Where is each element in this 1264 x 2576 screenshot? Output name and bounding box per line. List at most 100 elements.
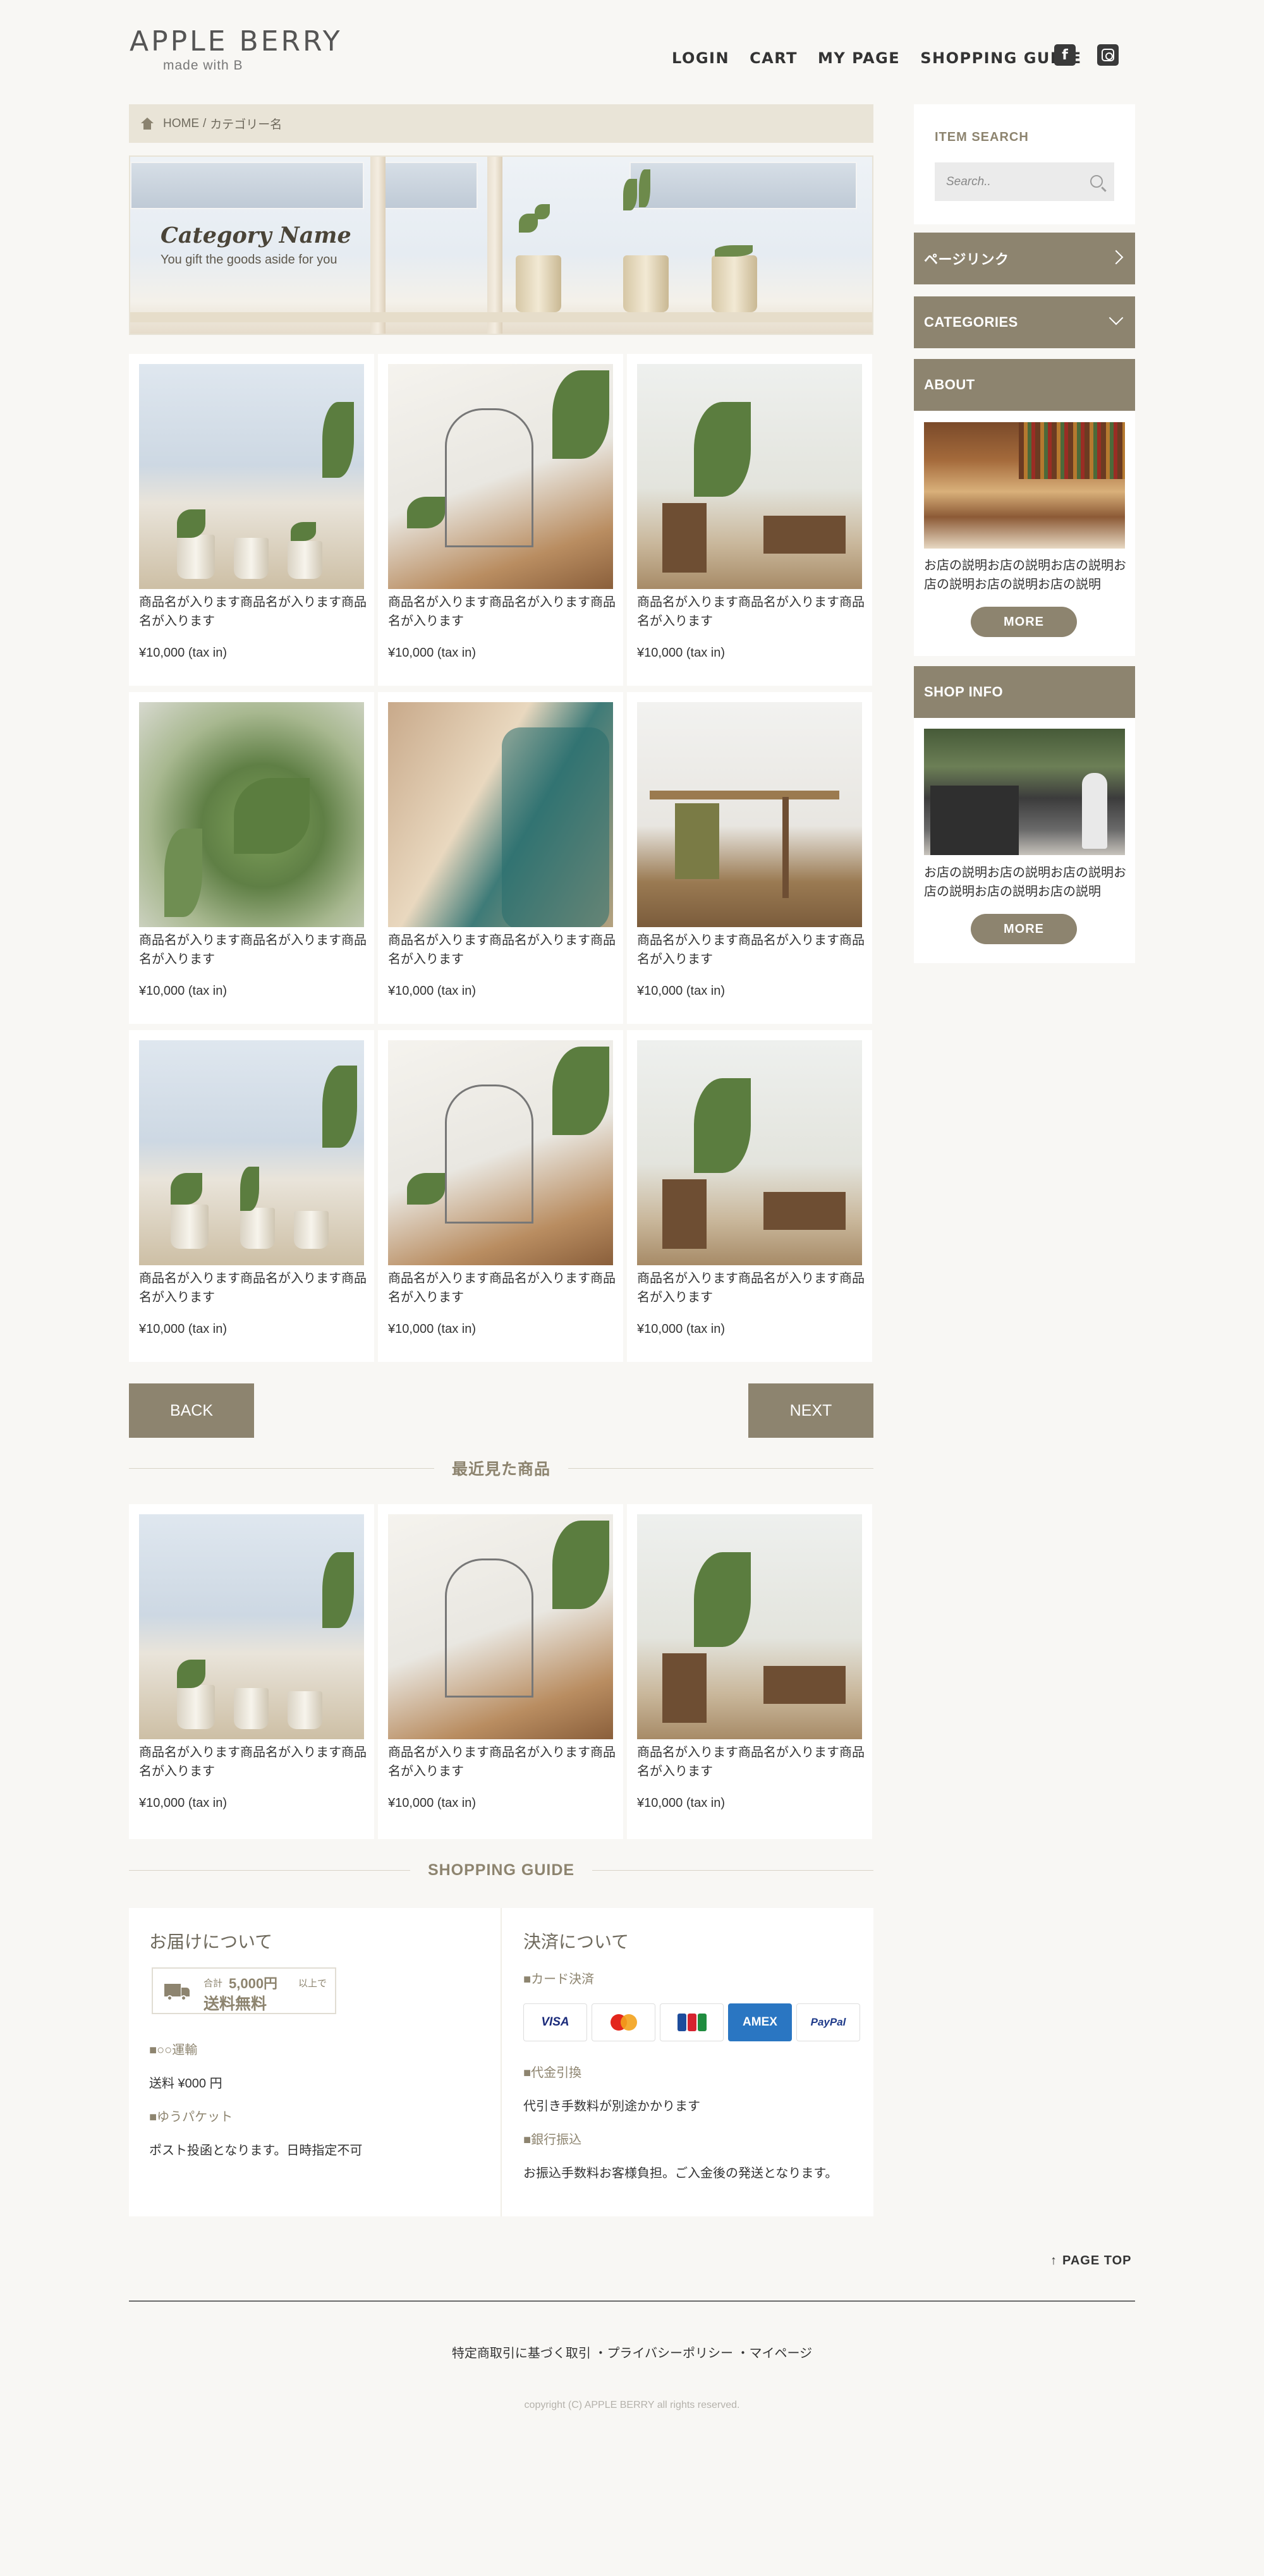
recent-item[interactable]: 商品名が入ります商品名が入ります商品名が入ります ¥10,000 (tax in… — [129, 1504, 374, 1839]
recent-heading: 最近見た商品 — [129, 1455, 874, 1481]
footer-links[interactable]: 特定商取引に基づく取引 ・プライバシーポリシー ・マイページ — [0, 2343, 1264, 2361]
site-tagline: made with B — [163, 58, 243, 73]
packet-text: ポスト投函となります。日時指定不可 — [149, 2144, 363, 2158]
carrier-label: ■○○運輸 — [149, 2043, 198, 2057]
product-image[interactable] — [139, 1040, 364, 1265]
product-price: ¥10,000 (tax in) — [637, 1796, 725, 1810]
product-price: ¥10,000 (tax in) — [388, 1322, 476, 1336]
recent-title: 最近見た商品 — [452, 1461, 551, 1478]
next-button[interactable]: NEXT — [748, 1383, 873, 1438]
product-price: ¥10,000 (tax in) — [637, 646, 725, 660]
search-placeholder: Search.. — [946, 174, 991, 188]
product-image[interactable] — [139, 1514, 364, 1739]
product-image[interactable] — [388, 1514, 613, 1739]
product-name[interactable]: 商品名が入ります商品名が入ります商品名が入ります — [637, 931, 865, 969]
mastercard-icon — [592, 2003, 655, 2041]
shop-info-more-button[interactable]: MORE — [971, 914, 1077, 944]
product-card[interactable]: 商品名が入ります商品名が入ります商品名が入ります ¥10,000 (tax in… — [129, 1030, 374, 1362]
banner-title: Category Name — [161, 222, 351, 248]
product-image[interactable] — [139, 364, 364, 589]
about-text: お店の説明お店の説明お店の説明お店の説明お店の説明お店の説明 — [924, 559, 1126, 592]
product-name[interactable]: 商品名が入ります商品名が入ります商品名が入ります — [139, 1743, 367, 1781]
product-card[interactable]: 商品名が入ります商品名が入ります商品名が入ります ¥10,000 (tax in… — [378, 1030, 623, 1362]
product-price: ¥10,000 (tax in) — [139, 1796, 227, 1810]
instagram-icon[interactable] — [1097, 44, 1119, 66]
about-image — [924, 422, 1125, 549]
page-link-menu[interactable]: ページリンク — [914, 233, 1135, 284]
shop-info-header: SHOP INFO — [914, 666, 1135, 718]
product-image[interactable] — [637, 1514, 862, 1739]
product-name[interactable]: 商品名が入ります商品名が入ります商品名が入ります — [139, 593, 367, 631]
about-more-button[interactable]: MORE — [971, 607, 1077, 637]
search-input[interactable]: Search.. — [935, 162, 1114, 201]
product-card[interactable]: 商品名が入ります商品名が入ります商品名が入ります ¥10,000 (tax in… — [627, 692, 872, 1024]
product-image[interactable] — [637, 702, 862, 927]
product-price: ¥10,000 (tax in) — [388, 984, 476, 998]
product-name[interactable]: 商品名が入ります商品名が入ります商品名が入ります — [388, 931, 616, 969]
packet-label: ■ゆうパケット — [149, 2110, 233, 2124]
jcb-icon — [660, 2003, 724, 2041]
breadcrumb-separator: / — [203, 116, 207, 130]
product-name[interactable]: 商品名が入ります商品名が入ります商品名が入ります — [637, 1743, 865, 1781]
recent-item[interactable]: 商品名が入ります商品名が入ります商品名が入ります ¥10,000 (tax in… — [378, 1504, 623, 1839]
chevron-down-icon — [1109, 310, 1124, 325]
about-header: ABOUT — [914, 359, 1135, 411]
site-logo[interactable]: APPLE BERRY — [130, 25, 343, 58]
card-payment-label: ■カード決済 — [523, 1972, 595, 1986]
facebook-icon[interactable]: f — [1054, 44, 1076, 66]
product-name[interactable]: 商品名が入ります商品名が入ります商品名が入ります — [637, 1269, 865, 1307]
badge-suffix: 以上で — [298, 1978, 327, 1989]
home-icon — [140, 117, 154, 130]
back-button[interactable]: BACK — [129, 1383, 254, 1438]
product-image[interactable] — [388, 1040, 613, 1265]
nav-login[interactable]: LOGIN — [672, 49, 729, 67]
product-image[interactable] — [388, 364, 613, 589]
product-name[interactable]: 商品名が入ります商品名が入ります商品名が入ります — [388, 593, 616, 631]
delivery-title: お届けについて — [149, 1932, 273, 1952]
page-top-link[interactable]: ↑ PAGE TOP — [1050, 2254, 1132, 2268]
nav-cart[interactable]: CART — [750, 49, 798, 67]
product-price: ¥10,000 (tax in) — [388, 646, 476, 660]
shop-image — [924, 729, 1125, 855]
page-top-label: PAGE TOP — [1062, 2254, 1132, 2268]
paypal-icon: PayPal — [796, 2003, 860, 2041]
chevron-right-icon — [1109, 250, 1124, 265]
breadcrumb-current: カテゴリー名 — [210, 118, 283, 131]
shopping-guide-panel: お届けについて 合計 5,000円 以上で 送料無料 ■○○運輸 送料 ¥000… — [129, 1908, 873, 2216]
product-card[interactable]: 商品名が入ります商品名が入ります商品名が入ります ¥10,000 (tax in… — [378, 354, 623, 686]
product-image[interactable] — [388, 702, 613, 927]
product-card[interactable]: 商品名が入ります商品名が入ります商品名が入ります ¥10,000 (tax in… — [129, 354, 374, 686]
badge-main: 送料無料 — [204, 1995, 267, 2013]
amex-icon: AMEX — [728, 2003, 792, 2041]
shopping-guide-heading: SHOPPING GUIDE — [129, 1857, 873, 1883]
cod-text: 代引き手数料が別途かかります — [523, 2099, 700, 2113]
product-name[interactable]: 商品名が入ります商品名が入ります商品名が入ります — [139, 931, 367, 969]
product-price: ¥10,000 (tax in) — [637, 984, 725, 998]
copyright: copyright (C) APPLE BERRY all rights res… — [524, 2400, 740, 2410]
breadcrumb: HOME / カテゴリー名 — [129, 104, 873, 143]
arrow-up-icon: ↑ — [1050, 2254, 1057, 2268]
categories-menu[interactable]: CATEGORIES — [914, 296, 1135, 348]
product-name[interactable]: 商品名が入ります商品名が入ります商品名が入ります — [388, 1743, 616, 1781]
banner-subtitle: You gift the goods aside for you — [161, 253, 337, 267]
item-search-title: ITEM SEARCH — [935, 130, 1029, 144]
shop-info-title: SHOP INFO — [924, 684, 1004, 700]
nav-my-page[interactable]: MY PAGE — [818, 49, 900, 67]
product-card[interactable]: 商品名が入ります商品名が入ります商品名が入ります ¥10,000 (tax in… — [627, 1030, 872, 1362]
recent-item[interactable]: 商品名が入ります商品名が入ります商品名が入ります ¥10,000 (tax in… — [627, 1504, 872, 1839]
product-name[interactable]: 商品名が入ります商品名が入ります商品名が入ります — [139, 1269, 367, 1307]
badge-small: 合計 — [204, 1978, 223, 1989]
product-card[interactable]: 商品名が入ります商品名が入ります商品名が入ります ¥10,000 (tax in… — [129, 692, 374, 1024]
product-card[interactable]: 商品名が入ります商品名が入ります商品名が入ります ¥10,000 (tax in… — [627, 354, 872, 686]
breadcrumb-home[interactable]: HOME — [163, 117, 199, 131]
product-image[interactable] — [139, 702, 364, 927]
product-name[interactable]: 商品名が入ります商品名が入ります商品名が入ります — [388, 1269, 616, 1307]
product-card[interactable]: 商品名が入ります商品名が入ります商品名が入ります ¥10,000 (tax in… — [378, 692, 623, 1024]
product-price: ¥10,000 (tax in) — [139, 1322, 227, 1336]
category-banner: Category Name You gift the goods aside f… — [129, 155, 873, 335]
product-image[interactable] — [637, 1040, 862, 1265]
product-image[interactable] — [637, 364, 862, 589]
cod-label: ■代金引換 — [523, 2066, 582, 2080]
product-name[interactable]: 商品名が入ります商品名が入ります商品名が入ります — [637, 593, 865, 631]
search-icon[interactable] — [1090, 175, 1103, 188]
